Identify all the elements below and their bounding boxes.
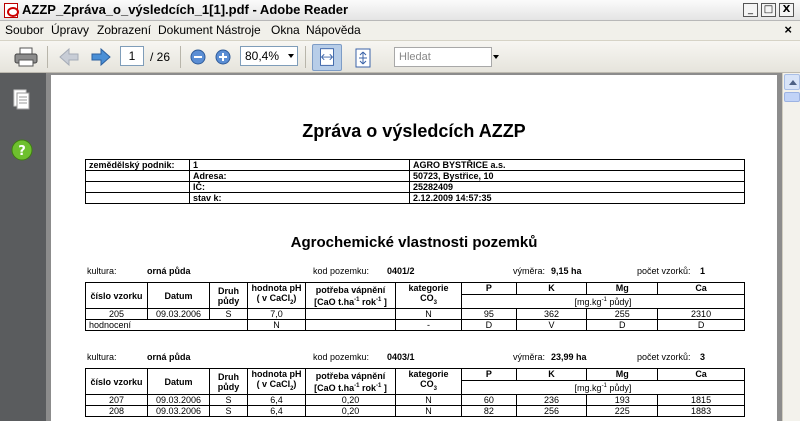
address-value: 50723, Bystřice, 10 (409, 170, 745, 182)
col-p: P (461, 368, 517, 381)
col-druh: Druh půdy (209, 282, 248, 309)
adobe-reader-icon (4, 3, 19, 18)
company-name: AGRO BYSTŘICE a.s. (409, 159, 745, 171)
col-ca: Ca (657, 368, 745, 381)
col-k: K (515, 368, 588, 381)
zoom-value: 80,4% (245, 49, 280, 63)
col-kategorie: kategorie CO3 (395, 368, 462, 395)
next-page-icon[interactable] (90, 47, 112, 67)
status-label: stav k: (189, 192, 410, 204)
maximize-button[interactable]: □ (761, 3, 776, 17)
address-label: Adresa: (189, 170, 410, 182)
help-icon[interactable]: ? (11, 139, 33, 161)
col-vapneni: potřeba vápnění [CaO t.ha-1 rok-1 ] (305, 282, 396, 309)
zoom-in-icon[interactable] (215, 49, 231, 65)
toolbar: 1 / 26 80,4% Hledat (0, 41, 800, 73)
col-vapneni: potřeba vápnění [CaO t.ha-1 rok-1 ] (305, 368, 396, 395)
vymera-label: výměra: (513, 352, 546, 362)
menu-nastroje[interactable]: Nástroje (216, 23, 261, 37)
search-input[interactable]: Hledat (394, 47, 492, 67)
col-datum: Datum (147, 282, 210, 309)
col-druh: Druh půdy (209, 368, 248, 395)
menu-okna[interactable]: Okna (271, 23, 300, 37)
vymera-label: výměra: (513, 266, 546, 276)
title-bar: AZZP_Zpráva_o_výsledcích_1[1].pdf - Adob… (0, 0, 800, 21)
page-number-input[interactable]: 1 (120, 46, 144, 66)
close-window-button[interactable]: X (779, 3, 794, 17)
pocet-value: 3 (700, 352, 706, 362)
minimize-button[interactable]: _ (743, 3, 758, 17)
document-view[interactable]: Zpráva o výsledcích AZZP zemědělský podn… (46, 73, 782, 421)
navigation-pane: ? (0, 73, 46, 421)
kultura-label: kultura: (87, 352, 117, 362)
company-label: zemědělský podnik: (85, 159, 190, 171)
unit-header: [mg.kg-1 půdy] (461, 379, 745, 396)
menu-bar: Soubor Úpravy Zobrazení Dokument Nástroj… (0, 21, 800, 41)
col-ca: Ca (657, 282, 745, 295)
kultura-label: kultura: (87, 266, 117, 276)
status-value: 2.12.2009 14:57:35 (409, 192, 745, 204)
svg-text:?: ? (18, 144, 26, 159)
col-ph: hodnota pH( v CaCl2) (247, 282, 306, 309)
kultura-value: orná půda (147, 266, 191, 276)
chevron-down-icon (288, 54, 294, 58)
fit-width-icon[interactable] (312, 44, 342, 71)
close-document-button[interactable]: × (784, 22, 792, 37)
search-placeholder: Hledat (399, 51, 431, 63)
section-title: Agrochemické vlastnosti pozemků (290, 234, 538, 251)
pdf-page: Zpráva o výsledcích AZZP zemědělský podn… (51, 75, 777, 421)
search-options-icon[interactable] (493, 55, 499, 59)
vymera-value: 9,15 ha (551, 266, 582, 276)
col-mg: Mg (586, 368, 659, 381)
menu-dokument[interactable]: Dokument (158, 23, 213, 37)
table-row: 207 09.03.2006 S 6,4 0,20 N 60 236 193 1… (85, 394, 745, 406)
vymera-value: 23,99 ha (551, 352, 587, 362)
col-datum: Datum (147, 368, 210, 395)
col-k: K (515, 282, 588, 295)
pages-icon[interactable] (13, 89, 31, 111)
col-cislo: číslo vzorku (85, 368, 148, 395)
col-p: P (461, 282, 517, 295)
menu-upravy[interactable]: Úpravy (51, 23, 89, 37)
fit-page-icon[interactable] (352, 47, 374, 69)
kod-value: 0401/2 (387, 266, 415, 276)
zoom-out-icon[interactable] (190, 49, 206, 65)
company-info-table: zemědělský podnik: 1 AGRO BYSTŘICE a.s. … (85, 159, 745, 204)
menu-soubor[interactable]: Soubor (5, 23, 44, 37)
vertical-scrollbar[interactable] (782, 73, 800, 421)
pocet-value: 1 (700, 266, 706, 276)
kultura-value: orná půda (147, 352, 191, 362)
menu-napoveda[interactable]: Nápověda (306, 23, 361, 37)
col-cislo: číslo vzorku (85, 282, 148, 309)
ic-value: 25282409 (409, 181, 745, 193)
company-id: 1 (189, 159, 410, 171)
table-row: 205 09.03.2006 S 7,0 N 95 362 255 2310 (85, 308, 745, 320)
col-mg: Mg (586, 282, 659, 295)
menu-zobrazeni[interactable]: Zobrazení (97, 23, 151, 37)
print-icon[interactable] (14, 47, 38, 67)
pocet-label: počet vzorků: (637, 352, 691, 362)
ic-label: IČ: (189, 181, 410, 193)
hodnoceni-row: hodnocení N - D V D D (85, 319, 745, 331)
results-table-2: číslo vzorku Datum Druh půdy hodnota pH(… (85, 368, 745, 417)
table-row: 208 09.03.2006 S 6,4 0,20 N 82 256 225 1… (85, 405, 745, 417)
kod-label: kod pozemku: (313, 266, 370, 276)
window-title: AZZP_Zpráva_o_výsledcích_1[1].pdf - Adob… (22, 2, 349, 17)
col-ph: hodnota pH( v CaCl2) (247, 368, 306, 395)
document-title: Zpráva o výsledcích AZZP (302, 121, 526, 141)
scrollbar-thumb[interactable] (784, 92, 800, 102)
scroll-up-button[interactable] (784, 74, 800, 90)
zoom-select[interactable]: 80,4% (240, 46, 298, 66)
page-total: / 26 (150, 50, 171, 64)
unit-header: [mg.kg-1 půdy] (461, 293, 745, 310)
pocet-label: počet vzorků: (637, 266, 691, 276)
kod-label: kod pozemku: (313, 352, 370, 362)
col-kategorie: kategorie CO3 (395, 282, 462, 309)
results-table-1: číslo vzorku Datum Druh půdy hodnota pH(… (85, 282, 745, 331)
previous-page-icon[interactable] (58, 47, 80, 67)
kod-value: 0403/1 (387, 352, 415, 362)
